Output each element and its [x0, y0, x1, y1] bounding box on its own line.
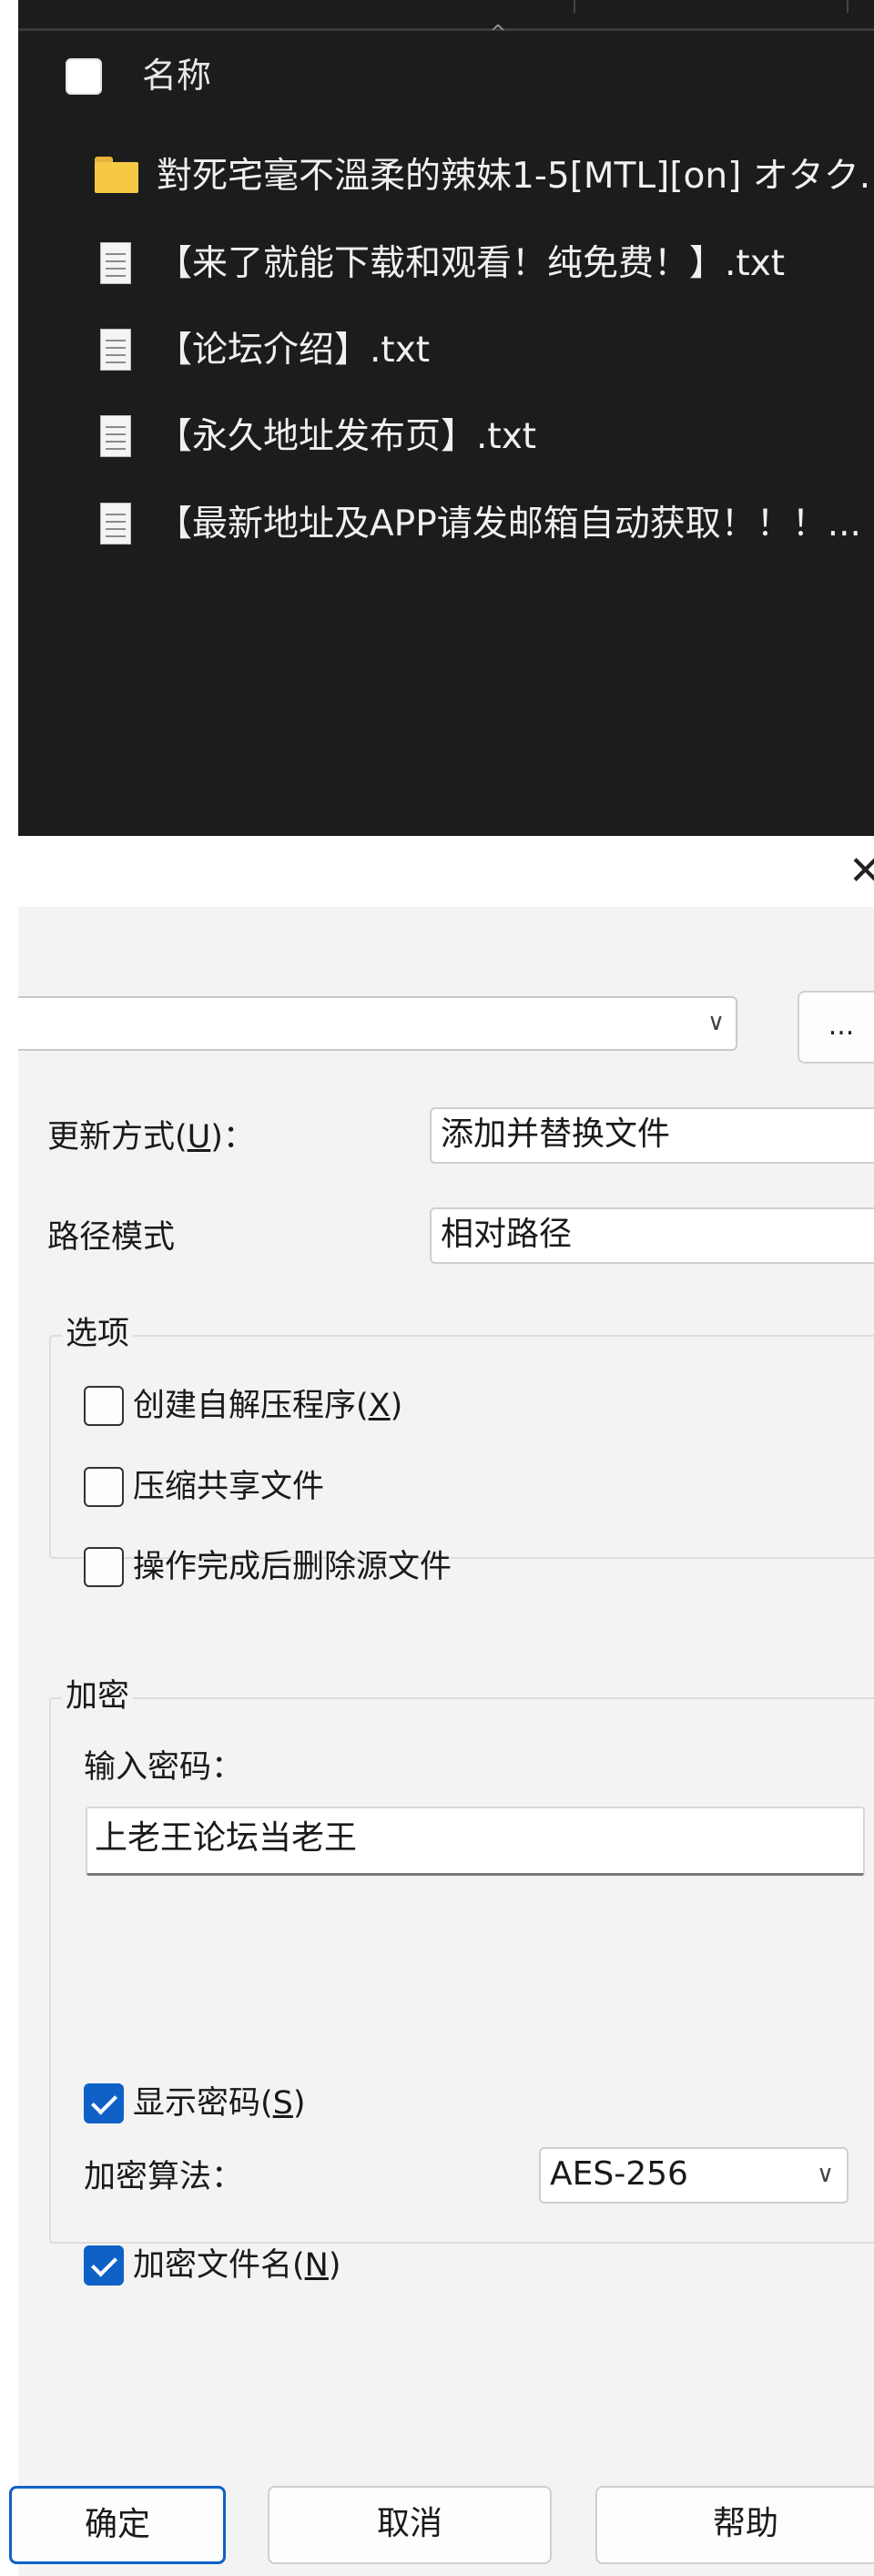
- file-row[interactable]: 【最新地址及APP请发邮箱自动获取！！！...: [93, 497, 874, 552]
- path-mode-label: 路径模式: [47, 1219, 176, 1256]
- delete-source-label[interactable]: 操作完成后删除源文件: [133, 1546, 452, 1588]
- file-row[interactable]: 【论坛介绍】.txt: [93, 323, 874, 378]
- algorithm-select[interactable]: AES-256 ∨: [539, 2147, 849, 2204]
- delete-source-checkbox[interactable]: [84, 1547, 124, 1587]
- chevron-down-icon[interactable]: ∨: [707, 1009, 725, 1036]
- select-all-checkbox[interactable]: [66, 58, 102, 95]
- encrypt-filenames-checkbox[interactable]: [84, 2245, 124, 2286]
- help-button[interactable]: 帮助: [595, 2486, 874, 2564]
- file-row[interactable]: 【永久地址发布页】.txt: [93, 410, 874, 464]
- show-password-label[interactable]: 显示密码(S): [133, 2082, 306, 2124]
- column-divider: [847, 0, 849, 13]
- update-mode-label: 更新方式(U)：: [47, 1119, 255, 1156]
- file-explorer-pane: ^ 名称 對死宅毫不溫柔的辣妹1-5[MTL][on] オタク... 【来了就能…: [18, 0, 874, 836]
- file-name: 【最新地址及APP请发邮箱自动获取！！！...: [157, 504, 861, 545]
- sfx-label[interactable]: 创建自解压程序(X): [133, 1385, 402, 1427]
- algorithm-value: AES-256: [550, 2155, 688, 2193]
- cancel-button[interactable]: 取消: [268, 2486, 552, 2564]
- path-mode-select[interactable]: 相对路径 ∨: [430, 1207, 874, 1264]
- archive-settings-dialog: ✕ ∨ ... 更新方式(U)： 添加并替换文件 ∨ 路径模式 相对路径 ∨ 选…: [9, 836, 874, 2576]
- encryption-group-title: 加密: [62, 1675, 134, 1717]
- algorithm-label: 加密算法：: [84, 2159, 244, 2195]
- close-icon[interactable]: ✕: [849, 849, 874, 894]
- sfx-checkbox[interactable]: [84, 1386, 124, 1426]
- text-file-icon: [93, 415, 138, 461]
- password-label: 输入密码：: [84, 1749, 244, 1786]
- compress-shared-checkbox[interactable]: [84, 1467, 124, 1507]
- sort-ascending-icon[interactable]: ^: [484, 24, 512, 44]
- chevron-down-icon: ∨: [816, 2161, 834, 2188]
- explorer-top-border: [18, 0, 874, 31]
- file-name: 【论坛介绍】.txt: [157, 330, 431, 371]
- password-input[interactable]: 上老王论坛当老王: [86, 1807, 865, 1876]
- name-column-header[interactable]: 名称: [142, 53, 211, 98]
- text-file-icon: [93, 503, 138, 548]
- folder-icon: [93, 155, 138, 200]
- file-row[interactable]: 【来了就能下载和观看！纯免费！】.txt: [93, 237, 874, 291]
- encrypt-filenames-label[interactable]: 加密文件名(N): [133, 2245, 341, 2286]
- file-row-folder[interactable]: 對死宅毫不溫柔的辣妹1-5[MTL][on] オタク...: [93, 149, 874, 204]
- text-file-icon: [93, 242, 138, 288]
- ok-button[interactable]: 确定: [9, 2486, 226, 2564]
- options-group-title: 选项: [62, 1313, 134, 1355]
- file-name: 對死宅毫不溫柔的辣妹1-5[MTL][on] オタク...: [157, 156, 874, 197]
- path-mode-value: 相对路径: [441, 1216, 573, 1253]
- column-divider: [574, 0, 575, 13]
- show-password-checkbox[interactable]: [84, 2083, 124, 2123]
- update-mode-select[interactable]: 添加并替换文件 ∨: [430, 1107, 874, 1164]
- options-groupbox: [49, 1335, 874, 1559]
- archive-name-combo[interactable]: ∨: [18, 996, 737, 1051]
- dialog-titlebar: ✕: [18, 836, 874, 907]
- text-file-icon: [93, 329, 138, 374]
- update-mode-value: 添加并替换文件: [441, 1115, 671, 1153]
- compress-shared-label[interactable]: 压缩共享文件: [133, 1466, 324, 1508]
- file-name: 【来了就能下载和观看！纯免费！】.txt: [157, 243, 786, 284]
- browse-button[interactable]: ...: [798, 991, 874, 1064]
- file-name: 【永久地址发布页】.txt: [157, 416, 537, 457]
